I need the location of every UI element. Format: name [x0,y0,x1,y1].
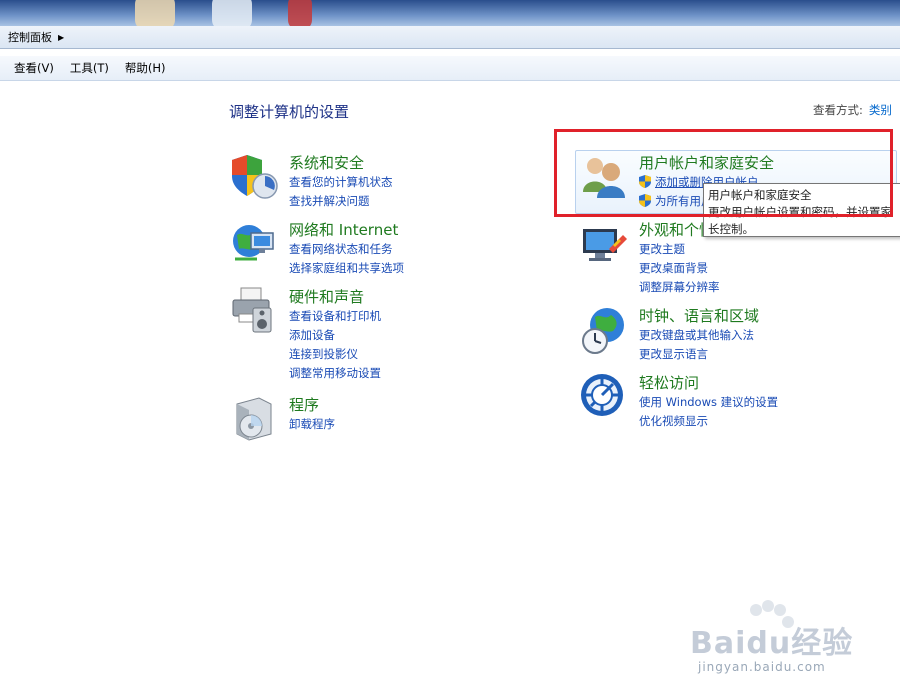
category-ease-of-access[interactable]: 轻松访问 使用 Windows 建议的设置 优化视频显示 [579,372,879,432]
breadcrumb-arrow-icon[interactable]: ▶ [58,33,64,42]
programs-box-icon [236,397,272,441]
category-title[interactable]: 网络和 Internet [289,219,398,240]
shield-computer-icon [232,155,278,199]
category-system-security[interactable]: 系统和安全 查看您的计算机状态 查找并解决问题 [229,152,529,212]
category-network-internet[interactable]: 网络和 Internet 查看网络状态和任务 选择家庭组和共享选项 [229,219,529,279]
menu-view[interactable]: 查看(V) [14,60,54,76]
globe-clock-icon [582,308,624,354]
watermark-url: jingyan.baidu.com [698,660,826,674]
link-find-fix-problems[interactable]: 查找并解决问题 [289,192,393,211]
link-screen-resolution[interactable]: 调整屏幕分辨率 [639,278,720,297]
breadcrumb-control-panel[interactable]: 控制面板 [8,29,52,45]
category-title[interactable]: 时钟、语言和区域 [639,305,759,326]
blurred-app-icon [288,0,312,26]
category-clock-language[interactable]: 时钟、语言和区域 更改键盘或其他输入法 更改显示语言 [579,305,879,365]
annotation-highlight-box [554,129,893,217]
menu-bar: 查看(V) 工具(T) 帮助(H) [0,56,900,81]
view-by-label: 查看方式: [813,103,863,117]
link-optimize-video[interactable]: 优化视频显示 [639,412,778,431]
category-hardware-sound[interactable]: 硬件和声音 查看设备和打印机 添加设备 连接到投影仪 调整常用移动设置 [229,286,529,386]
monitor-paint-icon [583,229,627,261]
category-title[interactable]: 硬件和声音 [289,286,364,307]
page-title: 调整计算机的设置 [229,103,350,121]
link-change-theme[interactable]: 更改主题 [639,240,720,259]
menu-help[interactable]: 帮助(H) [125,60,166,76]
link-windows-recommended-settings[interactable]: 使用 Windows 建议的设置 [639,393,778,412]
category-title[interactable]: 系统和安全 [289,152,364,173]
link-change-background[interactable]: 更改桌面背景 [639,259,720,278]
tooltip-description-cont: 长控制。 [708,222,754,236]
link-view-network-status[interactable]: 查看网络状态和任务 [289,240,404,259]
blurred-app-icon [212,0,252,26]
link-view-computer-status[interactable]: 查看您的计算机状态 [289,173,393,192]
category-title[interactable]: 程序 [289,394,319,415]
ease-of-access-icon [581,374,623,416]
link-devices-printers[interactable]: 查看设备和打印机 [289,307,381,326]
link-homegroup-sharing[interactable]: 选择家庭组和共享选项 [289,259,404,278]
printer-speaker-icon [232,287,272,333]
network-globe-icon [233,225,274,261]
link-uninstall-program[interactable]: 卸载程序 [289,415,335,434]
taskbar-strip [0,0,900,26]
category-programs[interactable]: 程序 卸载程序 [229,394,529,444]
link-add-device[interactable]: 添加设备 [289,326,381,345]
link-change-display-language[interactable]: 更改显示语言 [639,345,754,364]
link-change-input-method[interactable]: 更改键盘或其他输入法 [639,326,754,345]
view-by-dropdown[interactable]: 类别 [869,103,892,117]
watermark-logo: Baidu经验 [690,626,854,661]
link-connect-projector[interactable]: 连接到投影仪 [289,345,381,364]
address-bar[interactable]: 控制面板 ▶ [0,26,900,49]
category-title[interactable]: 轻松访问 [639,372,699,393]
view-by: 查看方式: 类别 [813,102,892,118]
blurred-app-icon [135,0,175,26]
link-mobility-settings[interactable]: 调整常用移动设置 [289,364,381,383]
menu-tools[interactable]: 工具(T) [70,60,109,76]
